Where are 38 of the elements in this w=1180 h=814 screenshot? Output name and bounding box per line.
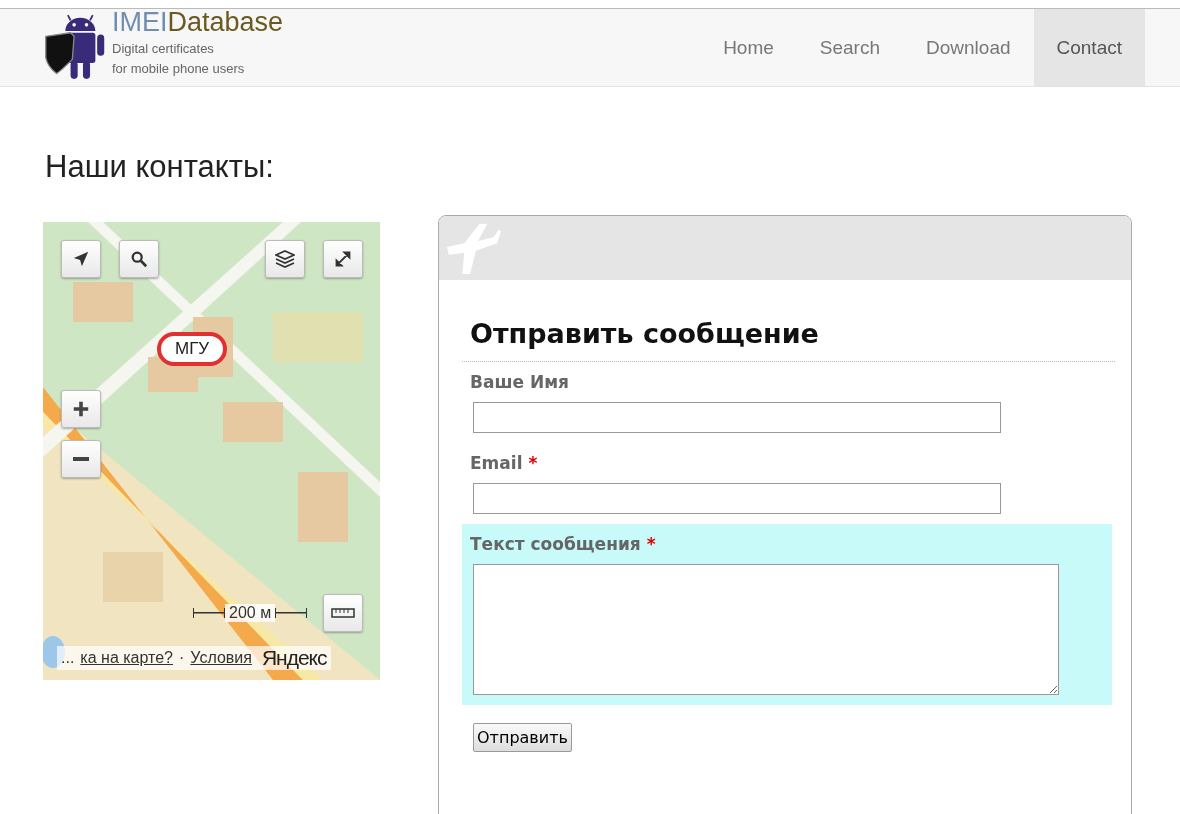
minus-icon	[73, 457, 89, 461]
layers-icon	[275, 249, 295, 269]
page-heading: Наши контакты:	[45, 149, 275, 185]
field-label: Email	[470, 453, 523, 473]
site-name[interactable]: IMEIDatabase	[112, 7, 284, 37]
nav-link[interactable]: Contact	[1033, 9, 1145, 86]
map-marker[interactable]: МГУ	[157, 332, 228, 366]
terms-link[interactable]: Условия	[190, 649, 252, 667]
submit-button[interactable]: Отправить	[473, 723, 572, 752]
required-mark: *	[646, 534, 656, 554]
nav-link[interactable]: Download	[903, 9, 1034, 86]
search-icon	[130, 250, 148, 268]
locate-button[interactable]	[61, 240, 101, 278]
field-label: Текст сообщения	[470, 534, 641, 554]
ruler-icon	[331, 607, 355, 619]
tagline: Digital certificates for mobile phone users	[112, 40, 246, 78]
message-field[interactable]	[473, 564, 1059, 695]
ruler-button[interactable]	[323, 594, 363, 632]
scale-bar: 200 м	[193, 604, 308, 622]
input-field[interactable]	[473, 483, 1001, 514]
field-label: Ваше Имя	[470, 372, 569, 392]
nav-link[interactable]: Home	[700, 9, 797, 86]
zoom-in-button[interactable]	[61, 390, 101, 428]
zoom-out-button[interactable]	[61, 440, 101, 478]
fullscreen-button[interactable]	[323, 240, 363, 278]
input-field[interactable]	[473, 402, 1001, 433]
nav-link[interactable]: Search	[796, 9, 903, 86]
required-mark: *	[528, 453, 538, 473]
location-arrow-icon	[72, 250, 90, 268]
layers-button[interactable]	[265, 240, 305, 278]
separator-text: ·	[178, 649, 185, 667]
ellipsis-text: ...	[61, 649, 75, 667]
map-logo[interactable]: Яндекс	[261, 646, 327, 670]
map-link[interactable]: ка на карте?	[80, 649, 173, 667]
expand-icon	[335, 251, 351, 267]
search-button[interactable]	[119, 240, 159, 278]
plus-icon	[72, 400, 90, 418]
form-title: Отправить сообщение	[462, 318, 1115, 362]
